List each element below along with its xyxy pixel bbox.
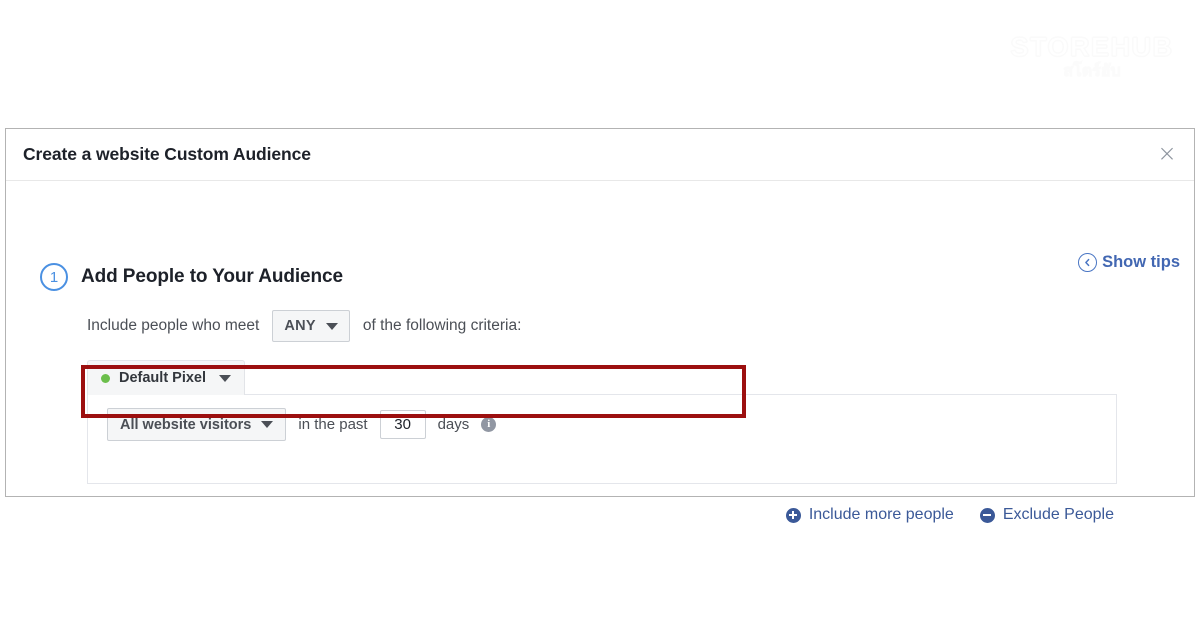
dialog-title: Create a website Custom Audience — [23, 144, 311, 164]
match-type-dropdown[interactable]: ANY — [272, 310, 350, 342]
criteria-prefix-label: Include people who meet — [87, 317, 260, 334]
days-label: days — [437, 416, 470, 433]
chevron-down-icon — [219, 374, 232, 382]
create-custom-audience-dialog: Create a website Custom Audience × Show … — [5, 128, 1195, 523]
status-dot-icon — [101, 373, 110, 383]
close-icon[interactable]: × — [1154, 142, 1180, 168]
audience-actions: Include more people Exclude People — [6, 484, 1194, 524]
step-number-badge: 1 — [40, 263, 68, 291]
criteria-suffix-label: of the following criteria: — [362, 317, 522, 334]
step-header: 1 Add People to Your Audience — [6, 181, 1194, 291]
include-more-people-link[interactable]: Include more people — [785, 506, 954, 524]
retention-days-input[interactable] — [379, 410, 426, 439]
audience-type-dropdown[interactable]: All website visitors — [107, 408, 287, 441]
pixel-tab-bar: Default Pixel — [6, 342, 1194, 395]
exclude-people-link[interactable]: Exclude People — [979, 506, 1114, 524]
chevron-down-icon — [325, 322, 338, 330]
step-title: Add People to Your Audience — [81, 266, 343, 287]
watermark-title: STOREHUB — [1010, 32, 1174, 62]
exclude-people-label: Exclude People — [1002, 506, 1114, 523]
show-tips-label: Show tips — [1102, 253, 1180, 271]
rule-row: All website visitors in the past days i — [88, 408, 497, 441]
include-more-people-label: Include more people — [808, 506, 954, 523]
pixel-tab-label: Default Pixel — [119, 370, 207, 386]
minus-circle-icon — [979, 507, 995, 523]
storehub-watermark: STOREHUB สโตร์ฮับ — [992, 32, 1192, 80]
plus-circle-icon — [785, 507, 801, 523]
dialog-header: Create a website Custom Audience × — [6, 129, 1194, 181]
show-tips-button[interactable]: Show tips — [1078, 253, 1180, 272]
watermark-subtitle: สโตร์ฮับ — [1063, 63, 1121, 80]
rule-content-box: All website visitors in the past days i — [87, 394, 1117, 484]
chevron-left-circle-icon — [1078, 253, 1098, 272]
info-icon[interactable]: i — [481, 417, 497, 432]
match-type-value: ANY — [284, 318, 316, 334]
in-the-past-label: in the past — [298, 416, 368, 433]
dialog-body: Show tips 1 Add People to Your Audience … — [6, 181, 1194, 524]
pixel-tab-default-pixel[interactable]: Default Pixel — [87, 360, 246, 395]
criteria-row: Include people who meet ANY of the follo… — [6, 291, 1194, 342]
chevron-down-icon — [261, 421, 274, 428]
audience-type-value: All website visitors — [120, 416, 252, 433]
